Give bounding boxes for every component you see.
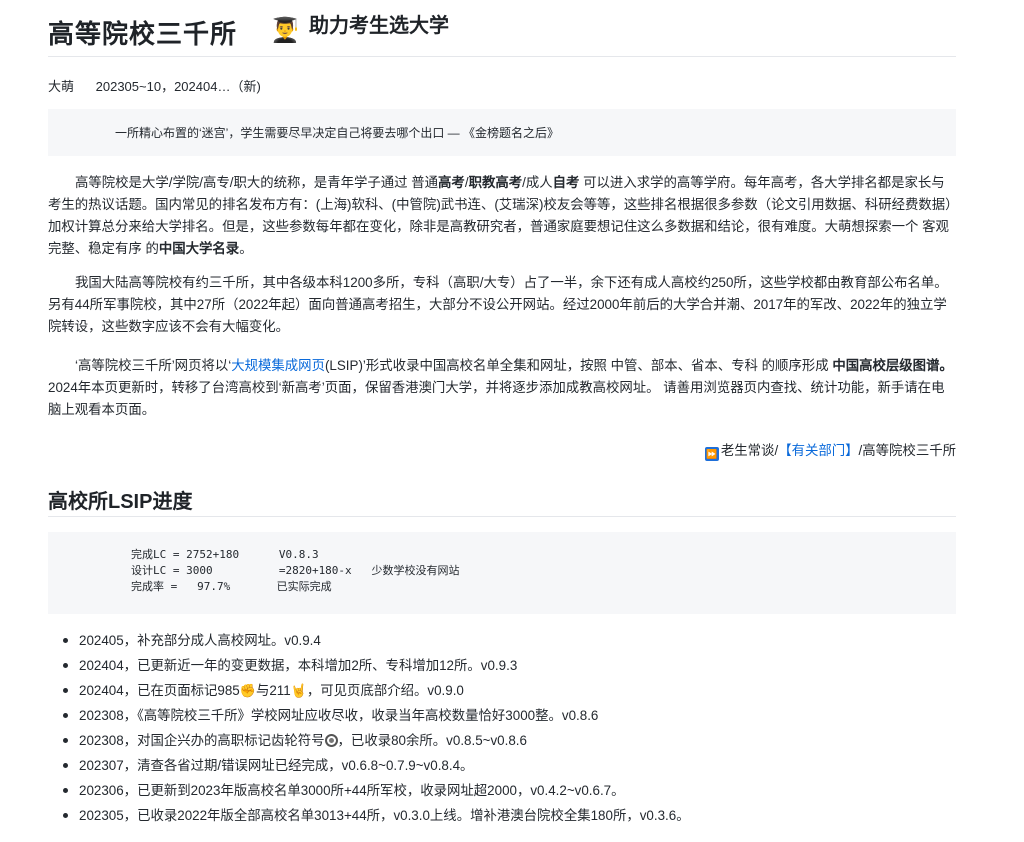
p3-text-c: 2024年本页更新时，转移了台湾高校到‘新高考’页面，保留香港澳门大学，并将逐步… xyxy=(48,380,945,417)
page-subtitle: 助力考生选大学 xyxy=(309,15,449,37)
title-row: 高等院校三千所 👨‍🎓 助力考生选大学 xyxy=(48,0,956,57)
list-item-text: 202307，清查各省过期/错误网址已经完成，v0.6.8~0.7.9~v0.8… xyxy=(79,758,474,773)
progress-code: 完成LC = 2752+180 V0.8.3 设计LC = 3000 =2820… xyxy=(131,548,460,593)
list-item-text: 202308，《高等院校三千所》学校网址应收尽收，收录当年高校数量恰好3000整… xyxy=(79,708,599,723)
p2-text: 我国大陆高等院校有约三千所，其中各级本科1200多所，专科（高职/大专）占了一半… xyxy=(48,275,948,334)
page: 高等院校三千所 👨‍🎓 助力考生选大学 大萌 202305~10，202404…… xyxy=(48,0,956,823)
fist-icon: ✊ xyxy=(239,683,256,698)
changelog-list: 202405，补充部分成人高校网址。v0.9.4 202404，已更新近一年的变… xyxy=(48,628,956,828)
intro-paragraph-2: 我国大陆高等院校有约三千所，其中各级本科1200多所，专科（高职/大专）占了一半… xyxy=(48,272,956,338)
list-item: 202308，对国企兴办的高职标记齿轮符号 ，已收录80余所。v0.8.5~v0.… xyxy=(48,728,956,753)
author: 大萌 xyxy=(48,79,75,94)
progress-code-block: 完成LC = 2752+180 V0.8.3 设计LC = 3000 =2820… xyxy=(48,532,956,614)
list-item-text: 202305，已收录2022年版全部高校名单3013+44所，v0.3.0上线。… xyxy=(79,808,690,823)
gear-icon xyxy=(324,734,338,747)
p3-bold: 中国高校层级图谱。 xyxy=(832,358,953,373)
graduate-icon: 👨‍🎓 xyxy=(270,17,300,44)
list-item-text: 202404，已在页面标记985 xyxy=(79,683,240,698)
list-item: 202306，已更新到2023年版高校名单3000所+44所军校，收录网址超20… xyxy=(48,778,956,803)
lsip-link[interactable]: 大规模集成网页 xyxy=(231,358,325,373)
list-item-text: ，可见页底部介绍。v0.9.0 xyxy=(306,683,464,698)
breadcrumb-link[interactable]: 【有关部门】 xyxy=(778,443,858,458)
breadcrumb: ⏩ 老生常谈/【有关部门】/高等院校三千所 xyxy=(704,439,956,461)
p1-bold-gaokao: 高考 xyxy=(438,175,465,190)
intro-paragraph-1: 高等院校是大学/学院/高专/职大的统称，是青年学子通过 普通高考/职教高考/成人… xyxy=(48,172,956,260)
p1-bold-zikao: 自考 xyxy=(552,175,580,190)
list-item: 202405，补充部分成人高校网址。v0.9.4 xyxy=(48,628,956,653)
p1-bold-zhijiao: 职教高考 xyxy=(468,175,523,190)
p1-text-f: 。 xyxy=(239,241,253,256)
list-item-text: 202308，对国企兴办的高职标记齿轮符号 xyxy=(79,733,325,748)
p3-text-a: ‘高等院校三千所’网页将以‘ xyxy=(75,358,232,373)
list-item-text: 202306，已更新到2023年版高校名单3000所+44所军校，收录网址超20… xyxy=(79,783,625,798)
breadcrumb-part-1: 老生常谈/ xyxy=(720,443,779,458)
p1-text-d: /成人 xyxy=(522,175,553,190)
p3-text-b: (LSIP)’形式收录中国高校名单全集和网址，按照 中管、部本、省本、专科 的顺… xyxy=(324,358,833,373)
list-item: 202404，已更新近一年的变更数据，本科增加2所、专科增加12所。v0.9.3 xyxy=(48,653,956,678)
progress-heading: 高校所LSIP进度 xyxy=(48,491,193,513)
list-item: 202305，已收录2022年版全部高校名单3013+44所，v0.3.0上线。… xyxy=(48,803,956,828)
list-item: 202307，清查各省过期/错误网址已经完成，v0.6.8~0.7.9~v0.8… xyxy=(48,753,956,778)
p1-text-a: 高等院校是大学/学院/高专/职大的统称，是青年学子通过 普通 xyxy=(75,175,439,190)
list-item: 202308，《高等院校三千所》学校网址应收尽收，收录当年高校数量恰好3000整… xyxy=(48,703,956,728)
progress-heading-row: 高校所LSIP进度 xyxy=(48,482,956,517)
page-title: 高等院校三千所 xyxy=(48,19,238,49)
version-dates: 202305~10，202404…（新) xyxy=(95,79,261,94)
p1-bold-directory: 中国大学名录 xyxy=(158,241,240,256)
rock-hand-icon: 🤘 xyxy=(290,683,307,698)
breadcrumb-part-2: /高等院校三千所 xyxy=(858,443,956,458)
quote-text: 一所精心布置的‘迷宫’，学生需要尽早决定自己将要去哪个出口 — 《金榜题名之后》 xyxy=(115,126,560,140)
list-item: 202404，已在页面标记985✊与211🤘，可见页底部介绍。v0.9.0 xyxy=(48,678,956,703)
quote-block: 一所精心布置的‘迷宫’，学生需要尽早决定自己将要去哪个出口 — 《金榜题名之后》 xyxy=(48,109,956,156)
list-item-text: 202404，已更新近一年的变更数据，本科增加2所、专科增加12所。v0.9.3 xyxy=(79,658,518,673)
list-item-text: 与211 xyxy=(255,683,291,698)
list-item-text: 202405，补充部分成人高校网址。v0.9.4 xyxy=(79,633,321,648)
intro-paragraph-3: ‘高等院校三千所’网页将以‘大规模集成网页(LSIP)’形式收录中国高校名单全集… xyxy=(48,355,956,421)
fast-forward-icon: ⏩ xyxy=(704,447,719,461)
meta-line: 大萌 202305~10，202404…（新) xyxy=(48,76,261,95)
list-item-text: ，已收录80余所。v0.8.5~v0.8.6 xyxy=(337,733,527,748)
